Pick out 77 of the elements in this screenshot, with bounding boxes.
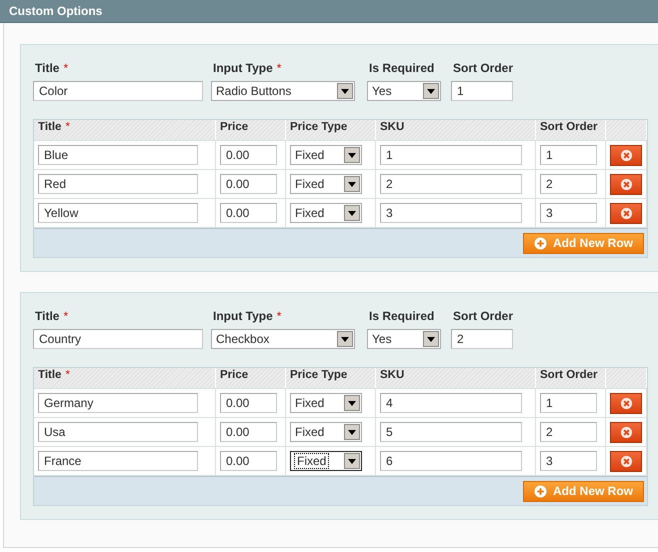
sort-order-field[interactable]: 2 — [540, 174, 597, 194]
column-header: Sort Order — [540, 121, 598, 133]
price-type-dropdown[interactable]: Fixed — [290, 422, 362, 442]
select-dropdown[interactable]: Yes — [367, 81, 441, 101]
required-mark: * — [63, 309, 68, 323]
required-mark: * — [65, 369, 70, 381]
price-field[interactable]: 0.00 — [220, 203, 277, 223]
column-header: Price Type — [290, 369, 348, 381]
title-field[interactable]: Red — [38, 174, 198, 194]
column-header: SKU — [380, 369, 404, 381]
required-mark: * — [276, 61, 282, 75]
sort-order-field[interactable]: 3 — [540, 203, 597, 223]
field-label: Title — [35, 309, 60, 323]
sku-field[interactable]: 2 — [380, 174, 522, 194]
section-title: Custom Options — [9, 4, 102, 18]
field-label: Is Required — [369, 61, 434, 75]
sku-field[interactable]: 1 — [380, 145, 522, 165]
select-dropdown[interactable]: Yes — [367, 329, 441, 349]
sku-field[interactable]: 5 — [380, 422, 522, 442]
sku-field[interactable]: 3 — [380, 203, 522, 223]
field-label: Sort Order — [453, 61, 514, 75]
close-icon — [620, 207, 632, 220]
field-label: Sort Order — [453, 309, 514, 323]
close-icon — [620, 455, 632, 468]
sort-order-field[interactable]: 1 — [540, 145, 597, 165]
price-type-dropdown[interactable]: Fixed — [290, 174, 362, 194]
close-icon — [620, 178, 632, 191]
price-field[interactable]: 0.00 — [220, 451, 277, 471]
column-header: SKU — [380, 121, 404, 133]
column-header: Price — [220, 369, 248, 381]
field-label: Input Type — [213, 309, 273, 323]
column-header: Title — [38, 369, 62, 381]
delete-button[interactable] — [610, 451, 642, 472]
text-field[interactable]: 1 — [451, 81, 513, 101]
price-field[interactable]: 0.00 — [220, 174, 277, 194]
title-field[interactable]: Yellow — [38, 203, 198, 223]
delete-button[interactable] — [610, 422, 642, 443]
column-header: Title — [38, 121, 62, 133]
title-field[interactable]: France — [38, 451, 198, 471]
field-label: Title — [35, 61, 60, 75]
text-field[interactable]: 2 — [451, 329, 513, 349]
column-header: Price Type — [290, 121, 348, 133]
price-type-dropdown[interactable]: Fixed — [290, 203, 362, 223]
price-field[interactable]: 0.00 — [220, 393, 277, 413]
field-label: Is Required — [369, 309, 434, 323]
sku-field[interactable]: 4 — [380, 393, 522, 413]
close-icon — [620, 397, 632, 410]
title-field[interactable]: Germany — [38, 393, 198, 413]
sku-field[interactable]: 6 — [380, 451, 522, 471]
price-type-dropdown[interactable]: Fixed — [290, 393, 362, 413]
column-header: Sort Order — [540, 369, 598, 381]
delete-button[interactable] — [610, 203, 642, 224]
price-field[interactable]: 0.00 — [220, 422, 277, 442]
select-dropdown[interactable]: Radio Buttons — [211, 81, 355, 101]
sort-order-field[interactable]: 2 — [540, 422, 597, 442]
price-type-dropdown[interactable]: Fixed — [290, 145, 362, 165]
sort-order-field[interactable]: 3 — [540, 451, 597, 471]
close-icon — [620, 426, 632, 439]
text-field[interactable]: Color — [33, 81, 203, 101]
required-mark: * — [276, 309, 282, 323]
price-field[interactable]: 0.00 — [220, 145, 277, 165]
title-field[interactable]: Blue — [38, 145, 198, 165]
delete-button[interactable] — [610, 145, 642, 166]
title-field[interactable]: Usa — [38, 422, 198, 442]
column-header: Price — [220, 121, 248, 133]
required-mark: * — [65, 121, 70, 133]
required-mark: * — [63, 61, 68, 75]
sort-order-field[interactable]: 1 — [540, 393, 597, 413]
delete-button[interactable] — [610, 393, 642, 414]
close-icon — [620, 149, 632, 162]
plus-icon — [534, 236, 547, 250]
text-field[interactable]: Country — [33, 329, 203, 349]
plus-icon — [534, 484, 547, 498]
price-type-dropdown[interactable]: Fixed — [290, 451, 362, 471]
select-dropdown[interactable]: Checkbox — [211, 329, 355, 349]
delete-button[interactable] — [610, 174, 642, 195]
field-label: Input Type — [213, 61, 273, 75]
